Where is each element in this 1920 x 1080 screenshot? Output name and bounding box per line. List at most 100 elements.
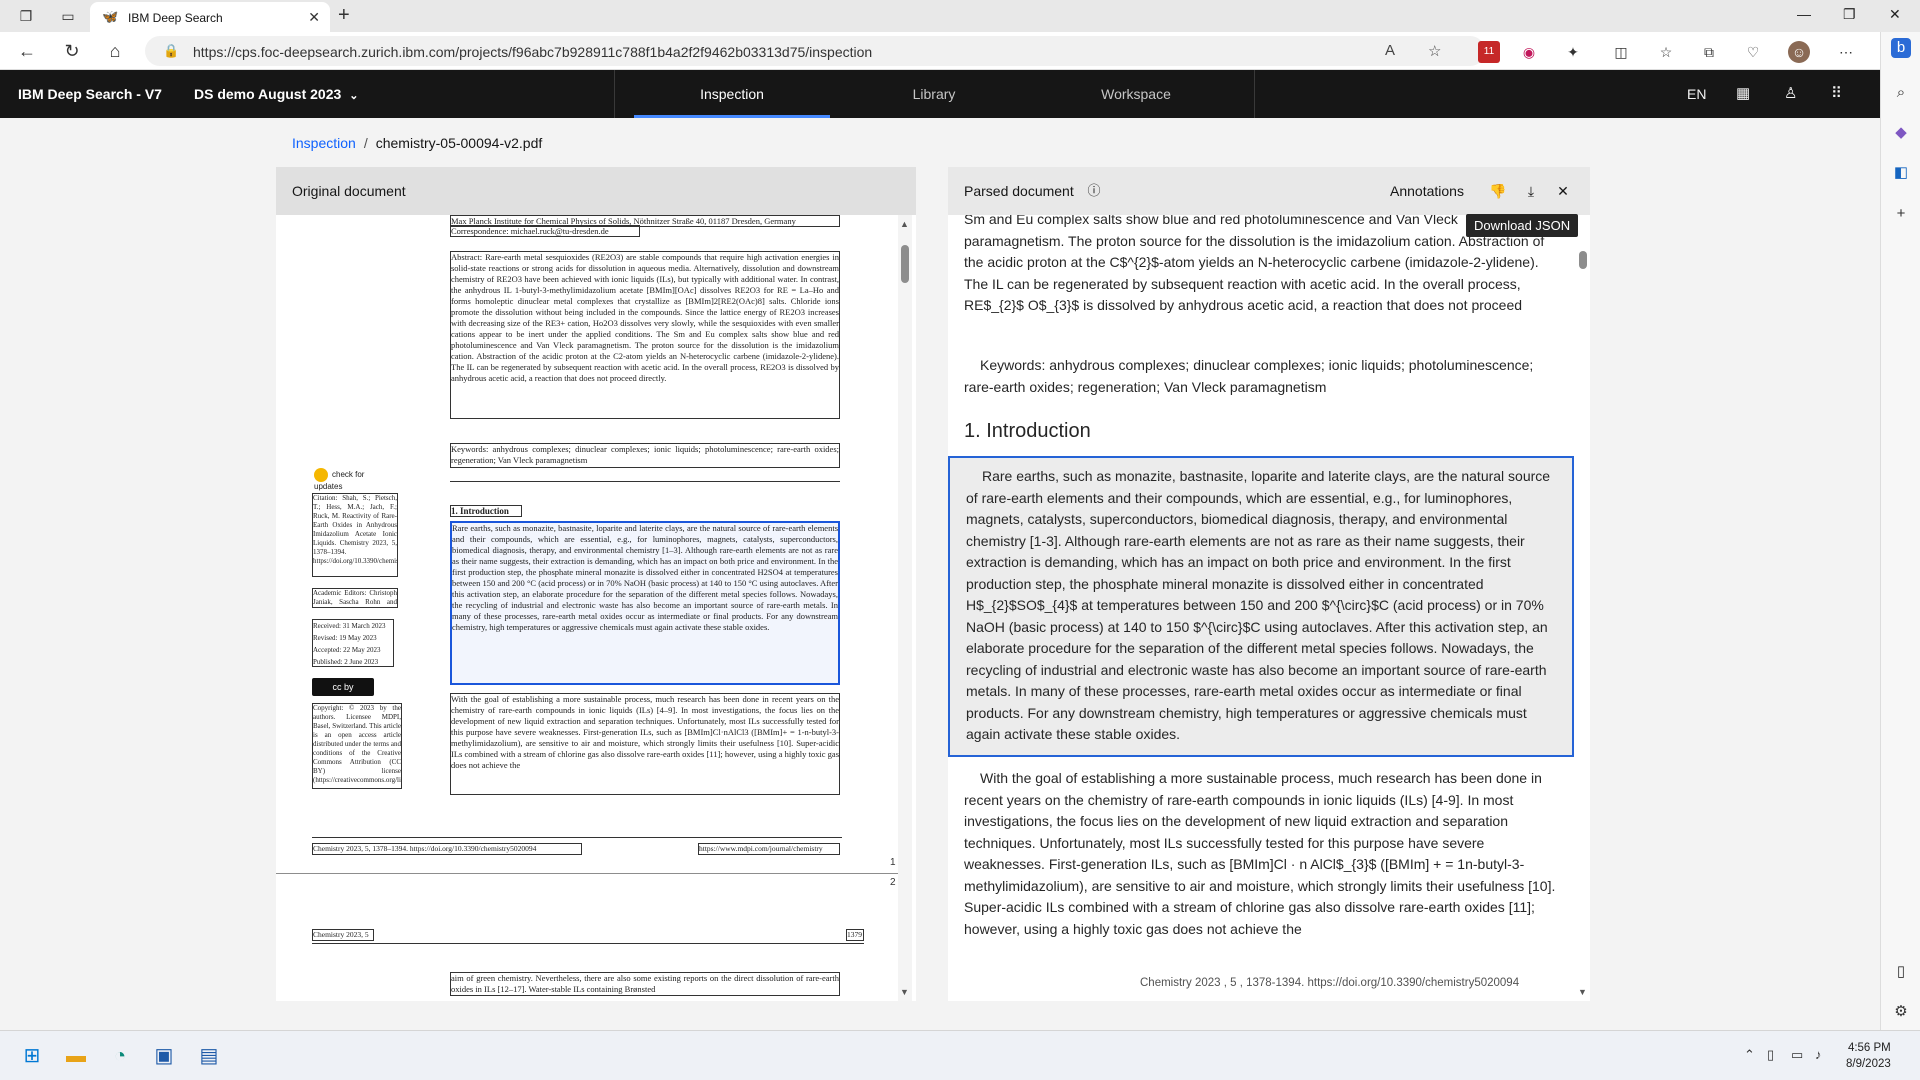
user-icon[interactable]: ♙ [1784, 84, 1797, 102]
pdf-received: Received: 31 March 2023 [313, 622, 386, 630]
breadcrumb-separator: / [363, 135, 368, 151]
project-switcher[interactable]: DS demo August 2023 ⌄ [194, 86, 359, 102]
lock-icon[interactable]: 🔒 [163, 43, 179, 59]
thumbs-down-icon[interactable]: 👎 [1488, 181, 1508, 201]
tab-inspection[interactable]: Inspection [634, 70, 830, 118]
url-field[interactable]: 🔒 https://cps.foc-deepsearch.zurich.ibm.… [145, 36, 1485, 66]
restore-icon[interactable]: ❐ [1843, 6, 1856, 23]
back-icon[interactable]: ← [17, 41, 37, 61]
tab-library[interactable]: Library [836, 70, 1032, 118]
app-switcher-icon[interactable]: ⠿ [1831, 84, 1842, 102]
tab-workspace[interactable]: Workspace [1038, 70, 1234, 118]
pdf-page2-header: Chemistry 2023, 5 [312, 929, 374, 941]
close-icon[interactable]: ✕ [1553, 181, 1573, 201]
pdf-intro-paragraph-2[interactable]: With the goal of establishing a more sus… [450, 693, 840, 795]
project-name: DS demo August 2023 [194, 86, 342, 102]
download-icon[interactable]: ⤓ [1521, 181, 1541, 201]
read-aloud-icon[interactable]: A [1385, 42, 1395, 59]
windows-start-icon[interactable]: ⊞ [19, 1043, 45, 1069]
store-icon[interactable]: ▣ [151, 1043, 177, 1069]
parsed-footer: Chemistry 2023 , 5 , 1378-1394. https://… [1140, 977, 1520, 989]
home-icon[interactable]: ⌂ [105, 41, 125, 61]
pdf-dates[interactable]: Received: 31 March 2023 Revised: 19 May … [312, 619, 394, 667]
hide-sidebar-icon[interactable]: ▯ [1891, 962, 1911, 982]
copilot-icon[interactable]: b [1891, 38, 1911, 58]
pdf-accepted: Accepted: 22 May 2023 [313, 646, 381, 654]
parsed-document-header: Parsed document ⓘ Annotations 👎 ⤓ ✕ [948, 167, 1590, 215]
pdf-intro-heading[interactable]: 1. Introduction [450, 505, 522, 517]
new-tab-icon[interactable]: + [338, 4, 350, 27]
profile-avatar[interactable]: ☺ [1788, 41, 1810, 63]
parsed-section-heading[interactable]: 1. Introduction [964, 420, 1091, 443]
parsed-paragraph-selected[interactable]: Rare earths, such as monazite, bastnasit… [948, 456, 1574, 757]
browser-tab[interactable]: 🦋 IBM Deep Search ✕ [90, 2, 330, 32]
show-hidden-icons-icon[interactable]: ⌃ [1744, 1047, 1755, 1063]
extensions-icon[interactable]: ✦ [1562, 41, 1584, 63]
close-tab-icon[interactable]: ✕ [308, 9, 320, 26]
collections-icon[interactable]: ⧉ [1698, 41, 1720, 63]
pdf-viewer[interactable]: Max Planck Institute for Chemical Physic… [276, 215, 898, 1001]
info-icon[interactable]: ⓘ [1084, 181, 1104, 201]
network-icon[interactable]: ▭ [1791, 1047, 1803, 1063]
parsed-paragraph-2[interactable]: With the goal of establishing a more sus… [964, 768, 1556, 940]
scroll-down-icon[interactable]: ▼ [900, 987, 909, 997]
pdf-abstract[interactable]: Abstract: Rare-earth metal sesquioxides … [450, 251, 840, 419]
pdf-intro-paragraph-selected[interactable]: Rare earths, such as monazite, bastnasit… [450, 521, 840, 685]
browser-essentials-icon[interactable]: ♡ [1742, 41, 1764, 63]
check-for-updates-badge: check for updates [314, 468, 378, 491]
extension-icon[interactable]: 11 [1478, 41, 1500, 63]
pdf-page-number: 2 [890, 877, 896, 888]
system-clock[interactable]: 4:56 PM 8/9/2023 [1846, 1040, 1891, 1072]
pdf-footer-rule [312, 837, 842, 838]
close-window-icon[interactable]: ✕ [1889, 6, 1901, 23]
header-divider [1254, 70, 1255, 118]
pdf-scroll-thumb[interactable] [901, 245, 909, 283]
workspaces-icon[interactable]: ❐ [16, 6, 36, 26]
parsed-paragraph-text: With the goal of establishing a more sus… [964, 770, 1556, 937]
app-brand[interactable]: IBM Deep Search - V7 [18, 86, 162, 102]
breadcrumb-inspection-link[interactable]: Inspection [292, 135, 356, 151]
device-icon[interactable]: ▯ [1767, 1047, 1774, 1063]
parsed-scrollbar[interactable]: ▼ [1576, 215, 1590, 1001]
annotations-button[interactable]: Annotations [1390, 183, 1464, 199]
sidebar-settings-icon[interactable]: ⚙ [1891, 1002, 1911, 1022]
parsed-scroll-thumb[interactable] [1579, 251, 1587, 269]
pdf-footer-citation: Chemistry 2023, 5, 1378–1394. https://do… [312, 843, 582, 855]
language-selector[interactable]: EN [1687, 86, 1706, 102]
favorites-icon[interactable]: ☆ [1655, 41, 1677, 63]
scroll-down-icon[interactable]: ▼ [1578, 987, 1587, 997]
tab-actions-icon[interactable]: ▭ [58, 6, 78, 26]
search-icon[interactable]: ⌕ [1891, 83, 1911, 103]
pdf-keywords[interactable]: Keywords: anhydrous complexes; dinuclear… [450, 443, 840, 468]
pdf-editors[interactable]: Academic Editors: Christoph Janiak, Sasc… [312, 588, 398, 608]
more-menu-icon[interactable]: ⋯ [1835, 41, 1857, 63]
file-explorer-icon[interactable]: ▬ [63, 1043, 89, 1069]
pdf-citation[interactable]: Citation: Shah, S.; Pietsch, T.; Hess, M… [312, 493, 398, 577]
original-document-header: Original document [276, 167, 916, 215]
pdf-page2-paragraph[interactable]: aim of green chemistry. Nevertheless, th… [450, 972, 840, 996]
outlook-icon[interactable]: ◧ [1891, 163, 1911, 183]
clock-time: 4:56 PM [1847, 1042, 1891, 1054]
calendar-icon[interactable]: ▦ [1736, 84, 1750, 102]
edge-browser-icon[interactable]: ◔ [107, 1043, 133, 1069]
cc-by-license-icon: cc by [312, 678, 374, 696]
parsed-keywords-text: Keywords: anhydrous complexes; dinuclear… [964, 357, 1534, 395]
parsed-paragraph-text: Rare earths, such as monazite, bastnasit… [966, 468, 1551, 742]
parsed-document-panel: Parsed document ⓘ Annotations 👎 ⤓ ✕ Sm a… [948, 167, 1590, 1001]
scroll-up-icon[interactable]: ▲ [900, 219, 909, 229]
parsed-keywords[interactable]: Keywords: anhydrous complexes; dinuclear… [964, 355, 1556, 398]
pdf-rule [312, 943, 864, 944]
volume-icon[interactable]: ♪ [1815, 1047, 1822, 1062]
parsed-document-content[interactable]: Sm and Eu complex salts show blue and re… [948, 215, 1576, 1001]
pdf-scrollbar[interactable]: ▲ ▼ [898, 215, 912, 1001]
favorite-star-icon[interactable]: ☆ [1428, 42, 1441, 60]
refresh-icon[interactable]: ↻ [62, 41, 82, 61]
add-sidebar-app-icon[interactable]: + [1891, 204, 1911, 224]
shopping-icon[interactable]: ◉ [1518, 41, 1540, 63]
pdf-copyright[interactable]: Copyright: © 2023 by the authors. Licens… [312, 703, 402, 789]
minimize-icon[interactable]: — [1797, 6, 1811, 22]
split-screen-icon[interactable]: ◫ [1610, 41, 1632, 63]
pdf-revised: Revised: 19 May 2023 [313, 634, 377, 642]
tools-icon[interactable]: ◆ [1891, 123, 1911, 143]
app-window-icon[interactable]: ▤ [196, 1043, 222, 1069]
